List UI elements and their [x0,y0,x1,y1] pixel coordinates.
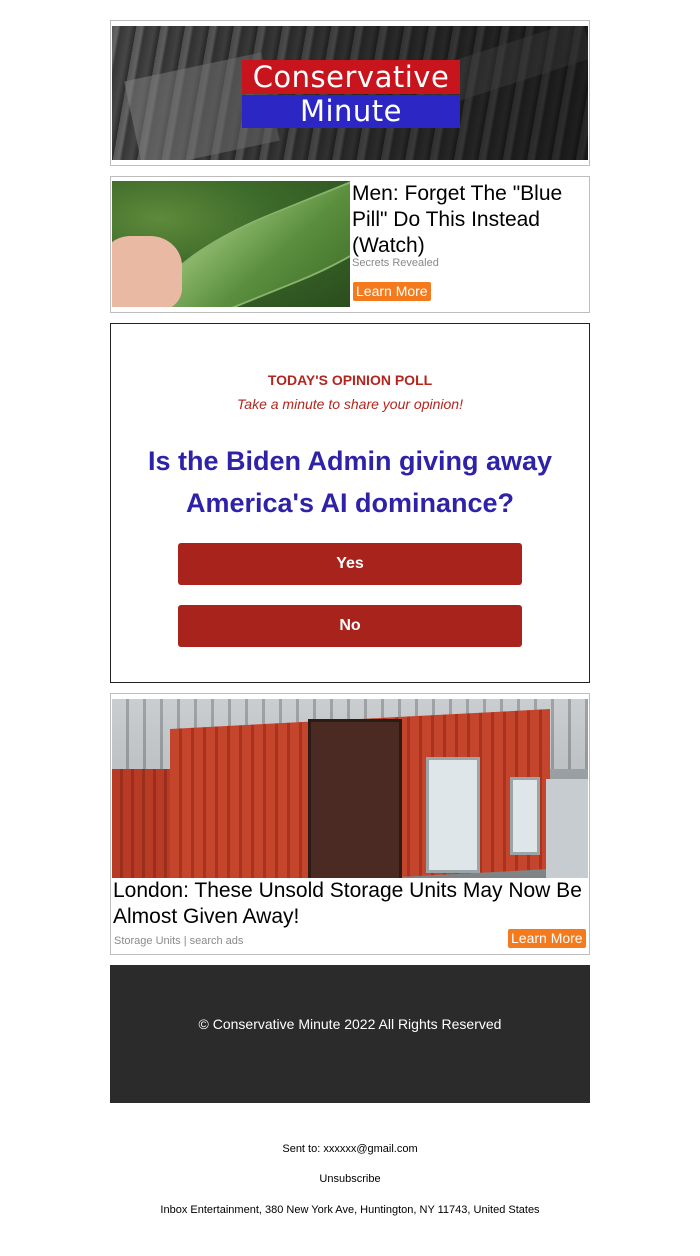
poll-subtitle: Take a minute to share your opinion! [237,396,463,412]
newsletter-header: Conservative Minute [110,20,590,166]
copyright-text: © Conservative Minute 2022 All Rights Re… [198,1016,502,1032]
sent-to-text: Sent to: xxxxxx@gmail.com [282,1143,418,1155]
ad-storage-container-image[interactable] [112,699,588,878]
sender-address: Inbox Entertainment, 380 New York Ave, H… [160,1204,540,1216]
header-newspaper-image: Conservative Minute [112,26,588,160]
learn-more-button[interactable]: Learn More [353,282,431,301]
learn-more-button[interactable]: Learn More [508,929,586,948]
unsubscribe-link[interactable]: Unsubscribe [0,1173,700,1185]
poll-kicker: TODAY'S OPINION POLL [267,372,433,388]
logo-line-conservative[interactable]: Conservative [242,60,460,94]
opinion-poll: TODAY'S OPINION POLL Take a minute to sh… [110,323,590,683]
ad-aloe-image[interactable] [112,181,350,307]
ad-source: Secrets Revealed [352,257,439,269]
ad-source: Storage Units | search ads [114,935,244,947]
newsletter-footer: © Conservative Minute 2022 All Rights Re… [110,965,590,1103]
poll-yes-button[interactable]: Yes [178,543,522,585]
sponsored-ad-blue-pill[interactable]: Men: Forget The "Blue Pill" Do This Inst… [110,176,590,313]
ad-headline[interactable]: London: These Unsold Storage Units May N… [113,878,583,930]
ad-headline[interactable]: Men: Forget The "Blue Pill" Do This Inst… [352,181,588,259]
poll-no-button[interactable]: No [178,605,522,647]
poll-question: Is the Biden Admin giving away America's… [147,446,553,518]
sponsored-ad-storage-units[interactable]: London: These Unsold Storage Units May N… [110,693,590,955]
logo-line-minute[interactable]: Minute [242,95,460,128]
